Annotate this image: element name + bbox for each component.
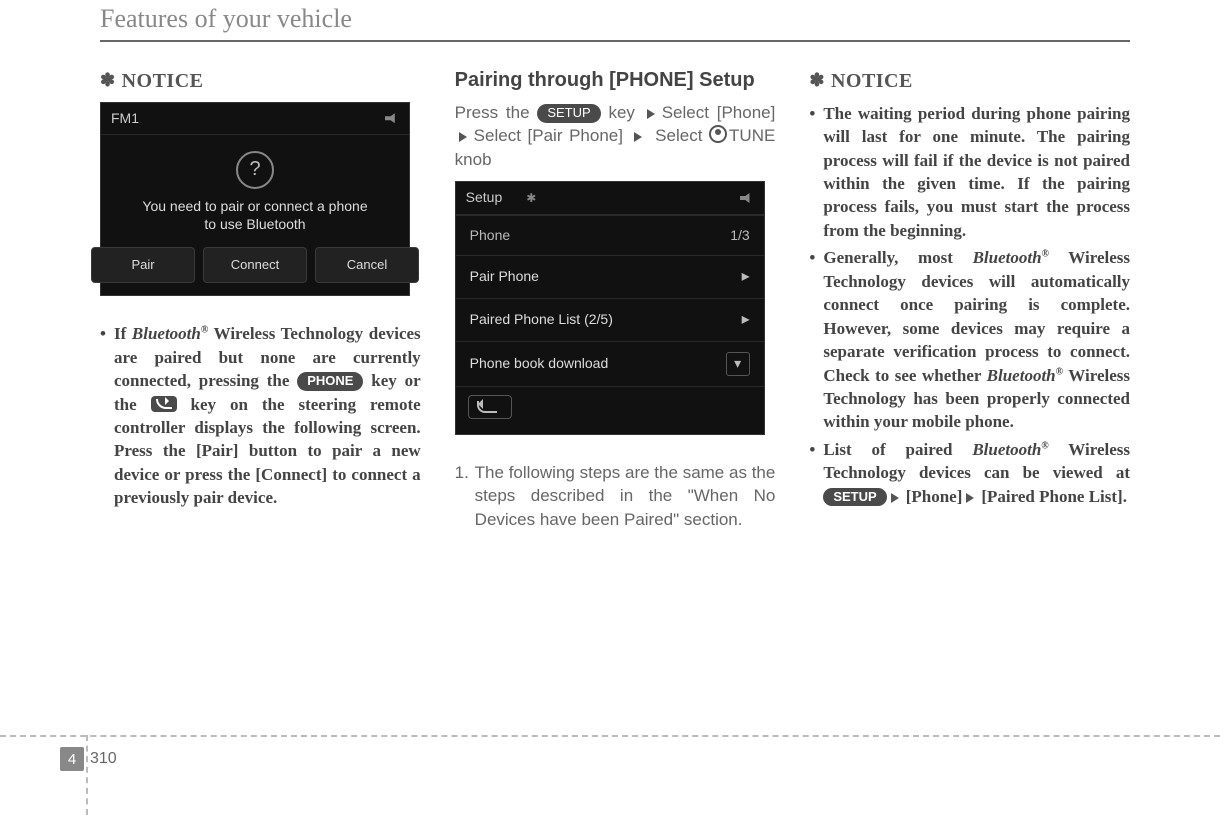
- setup-key-label: SETUP: [537, 104, 600, 123]
- shot1-line2: to use Bluetooth: [111, 215, 399, 233]
- arrow-icon: [966, 493, 979, 503]
- shot1-button-row: Pair Connect Cancel: [111, 247, 399, 283]
- col2-instruction: Press the SETUP key Select [Phone] Select…: [455, 101, 776, 171]
- col3-bullet1: • The waiting period during phone pairin…: [809, 102, 1130, 243]
- registered-mark: ®: [1042, 249, 1049, 260]
- column-center: Pairing through [PHONE] Setup Press the …: [455, 68, 776, 531]
- bluetooth-word: Bluetooth: [987, 366, 1056, 385]
- bluetooth-word: Bluetooth: [973, 248, 1042, 267]
- bullet-icon: •: [809, 102, 823, 125]
- registered-mark: ®: [1041, 440, 1048, 451]
- t: Select: [649, 126, 709, 145]
- label: Paired Phone List (2/5): [470, 310, 613, 329]
- shot1-pair-button[interactable]: Pair: [91, 247, 195, 283]
- call-key-icon: [151, 396, 177, 412]
- label: Phone book download: [470, 354, 609, 373]
- step-text: The following steps are the same as the …: [475, 461, 776, 531]
- col2-heading: Pairing through [PHONE] Setup: [455, 68, 776, 93]
- arrow-icon: [891, 493, 904, 503]
- header-rule: [100, 40, 1130, 42]
- col3-bullet3: • List of paired Bluetooth® Wireless Tec…: [809, 438, 1130, 508]
- shot1-cancel-button[interactable]: Cancel: [315, 247, 419, 283]
- shot2-back-row: [456, 386, 764, 433]
- t: Press the: [455, 103, 538, 122]
- page-indicator: 1/3: [730, 226, 749, 245]
- t: [Paired Phone List].: [981, 487, 1127, 506]
- running-head: Features of your vehicle: [100, 0, 1130, 40]
- bullet-icon: •: [100, 322, 114, 345]
- bullet-icon: •: [809, 438, 823, 461]
- label: Pair Phone: [470, 267, 539, 286]
- bullet-icon: •: [809, 246, 823, 269]
- phone-key-label: PHONE: [297, 372, 363, 391]
- notice-label: NOTICE: [831, 70, 913, 92]
- column-right: ✽ NOTICE • The waiting period during phon…: [809, 68, 1130, 531]
- shot2-titlebar: Setup ✱: [456, 182, 764, 214]
- col3-bullet2: • Generally, most Bluetooth® Wireless Te…: [809, 246, 1130, 434]
- label: Phone: [470, 226, 510, 245]
- t: key: [601, 103, 643, 122]
- shot1-connect-button[interactable]: Connect: [203, 247, 307, 283]
- shot1-source-label: FM1: [111, 109, 139, 128]
- page-num: 310: [90, 750, 117, 768]
- arrow-icon: [459, 132, 472, 142]
- col1-bullet: • If Bluetooth® Wireless Technology devi…: [100, 322, 421, 510]
- bluetooth-word: Bluetooth: [132, 324, 201, 343]
- t: List of paired: [823, 440, 972, 459]
- shot1-statusbar: FM1: [101, 103, 409, 135]
- chevron-right-icon: ▸: [742, 309, 750, 331]
- manual-page: Features of your vehicle ✽ NOTICE FM1 ? Y…: [0, 0, 1220, 811]
- t: Select [Pair Phone]: [474, 126, 630, 145]
- t: If: [114, 324, 132, 343]
- text: List of paired Bluetooth® Wireless Techn…: [823, 438, 1130, 508]
- column-left: ✽ NOTICE FM1 ? You need to pair or connec…: [100, 68, 421, 531]
- notice-heading: ✽ NOTICE: [100, 68, 421, 96]
- col1-bullet-text: If Bluetooth® Wireless Technology device…: [114, 322, 421, 510]
- t: Wireless Technology devices will automat…: [823, 248, 1130, 384]
- registered-mark: ®: [1056, 366, 1063, 377]
- screenshot-pair-prompt: FM1 ? You need to pair or connect a phon…: [100, 102, 410, 297]
- shot1-line1: You need to pair or connect a phone: [111, 197, 399, 215]
- t: [Phone]: [906, 487, 963, 506]
- text: Generally, most Bluetooth® Wireless Tech…: [823, 246, 1130, 434]
- mute-icon: [385, 113, 399, 123]
- col2-step1: 1. The following steps are the same as t…: [455, 461, 776, 531]
- t: Generally, most: [823, 248, 972, 267]
- notice-star-icon: ✽: [100, 70, 116, 90]
- bluetooth-word: Bluetooth: [972, 440, 1041, 459]
- shot2-title: Setup: [466, 188, 503, 207]
- notice-star-icon: ✽: [809, 70, 825, 90]
- content-columns: ✽ NOTICE FM1 ? You need to pair or connec…: [100, 68, 1130, 531]
- notice-heading: ✽ NOTICE: [809, 68, 1130, 96]
- setup-key-label: SETUP: [823, 488, 886, 507]
- shot2-pair-row[interactable]: Pair Phone ▸: [456, 255, 764, 298]
- mute-icon: [740, 193, 754, 203]
- question-icon: ?: [236, 151, 274, 189]
- shot2-download-row[interactable]: Phone book download ▾: [456, 341, 764, 386]
- page-number: 4 310: [60, 747, 117, 771]
- back-button[interactable]: [468, 395, 512, 419]
- arrow-icon: [634, 132, 647, 142]
- shot2-list-row[interactable]: Paired Phone List (2/5) ▸: [456, 298, 764, 341]
- t: Select [Phone]: [662, 103, 776, 122]
- shot2-phone-row[interactable]: Phone 1/3: [456, 215, 764, 255]
- scroll-down-button[interactable]: ▾: [726, 352, 750, 376]
- step-number: 1.: [455, 461, 475, 484]
- notice-label: NOTICE: [122, 70, 204, 92]
- bluetooth-icon: ✱: [526, 190, 536, 207]
- arrow-icon: [647, 109, 660, 119]
- chevron-right-icon: ▸: [742, 266, 750, 288]
- text: The waiting period during phone pairing …: [823, 102, 1130, 243]
- screenshot-setup-menu: Setup ✱ Phone 1/3 Pair Phone ▸ Paired Ph…: [455, 181, 765, 434]
- page-footer: 4 310: [0, 735, 1220, 781]
- tune-knob-icon: [709, 125, 727, 143]
- chapter-number: 4: [60, 747, 84, 771]
